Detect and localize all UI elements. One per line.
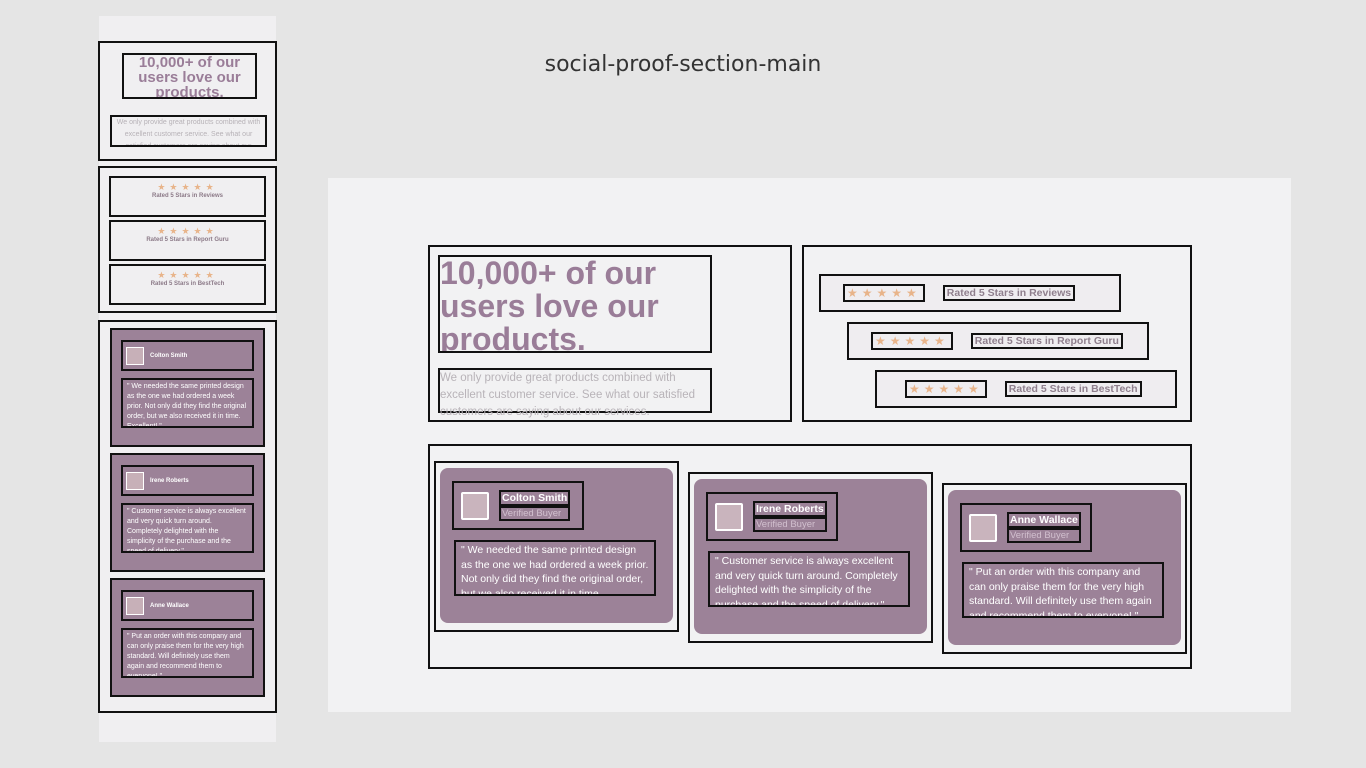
- mobile-rating-label: Rated 5 Stars in Report Guru: [146, 237, 229, 243]
- avatar: [126, 596, 144, 615]
- mobile-preview: 10,000+ of our users love our products. …: [98, 16, 277, 742]
- mobile-testimonial-card: Anne Wallace " Put an order with this co…: [110, 578, 265, 697]
- testimonial-card: Irene Roberts Verified Buyer " Customer …: [694, 479, 927, 634]
- rating-badge: ★★★★★ Rated 5 Stars in BestTech: [875, 370, 1177, 408]
- rating-label: Rated 5 Stars in Reviews: [942, 285, 1076, 301]
- reviewer-name: Colton Smith: [499, 490, 571, 506]
- ratings-section: ★★★★★ Rated 5 Stars in Reviews ★★★★★ Rat…: [802, 245, 1192, 422]
- mobile-heading: 10,000+ of our users love our products.: [138, 54, 241, 99]
- mobile-rating-badge: ★★★★★ Rated 5 Stars in Reviews: [109, 176, 266, 217]
- mobile-rating-label: Rated 5 Stars in Reviews: [151, 193, 224, 199]
- reviewer-name: Anne Wallace: [1007, 512, 1081, 528]
- rating-badge: ★★★★★ Rated 5 Stars in Report Guru: [847, 322, 1149, 360]
- mobile-testimonial-card: Irene Roberts " Customer service is alwa…: [110, 453, 265, 572]
- testimonial-quote: " We needed the same printed design as t…: [461, 544, 649, 596]
- mobile-intro-text: We only provide great products combined …: [116, 119, 261, 147]
- testimonial-card: Anne Wallace Verified Buyer " Put an ord…: [948, 490, 1181, 645]
- quote-box: " We needed the same printed design as t…: [454, 540, 656, 596]
- main-heading: 10,000+ of our users love our products.: [440, 255, 659, 353]
- reviewer-name: Irene Roberts: [753, 501, 827, 517]
- mobile-reviewer: Anne Wallace: [121, 590, 254, 621]
- mobile-testimonials-section: Colton Smith " We needed the same printe…: [98, 320, 277, 713]
- avatar: [126, 346, 144, 365]
- mobile-quote-box: " We needed the same printed design as t…: [121, 378, 254, 428]
- reviewer-name: Anne Wallace: [150, 602, 189, 609]
- testimonial-quote: " Customer service is always excellent a…: [127, 508, 246, 553]
- intro-box: We only provide great products combined …: [438, 368, 712, 418]
- reviewer-role: Verified Buyer: [499, 506, 571, 521]
- quote-box: " Put an order with this company and can…: [962, 562, 1164, 618]
- mobile-intro-section: 10,000+ of our users love our products. …: [98, 41, 277, 161]
- star-rating-icon: ★★★★★: [157, 182, 218, 192]
- star-rating-icon: ★★★★★: [157, 226, 218, 236]
- testimonial-quote: " Customer service is always excellent a…: [715, 555, 898, 607]
- avatar: [461, 491, 489, 520]
- mobile-reviewer: Colton Smith: [121, 340, 254, 371]
- mobile-heading-box: 10,000+ of our users love our products.: [122, 53, 257, 99]
- testimonials-section: Colton Smith Verified Buyer " We needed …: [428, 444, 1192, 669]
- rating-label: Rated 5 Stars in BestTech: [1004, 381, 1142, 397]
- avatar: [126, 471, 144, 490]
- mobile-quote-box: " Customer service is always excellent a…: [121, 503, 254, 553]
- rating-badge: ★★★★★ Rated 5 Stars in Reviews: [819, 274, 1121, 312]
- intro-section: 10,000+ of our users love our products. …: [428, 245, 792, 422]
- mobile-quote-box: " Put an order with this company and can…: [121, 628, 254, 678]
- mobile-ratings-section: ★★★★★ Rated 5 Stars in Reviews ★★★★★ Rat…: [98, 166, 277, 313]
- testimonial-card: Colton Smith Verified Buyer " We needed …: [440, 468, 673, 623]
- reviewer: Colton Smith Verified Buyer: [452, 481, 584, 530]
- star-rating-icon: ★★★★★: [905, 380, 987, 398]
- testimonial-card-frame: Colton Smith Verified Buyer " We needed …: [434, 461, 679, 632]
- mobile-rating-label: Rated 5 Stars in BestTech: [150, 281, 225, 287]
- mobile-rating-badge: ★★★★★ Rated 5 Stars in Report Guru: [109, 220, 266, 261]
- testimonial-card-frame: Anne Wallace Verified Buyer " Put an ord…: [942, 483, 1187, 654]
- testimonial-card-frame: Irene Roberts Verified Buyer " Customer …: [688, 472, 933, 643]
- mobile-reviewer: Irene Roberts: [121, 465, 254, 496]
- mobile-rating-badge: ★★★★★ Rated 5 Stars in BestTech: [109, 264, 266, 305]
- reviewer-role: Verified Buyer: [753, 517, 827, 532]
- testimonial-quote: " We needed the same printed design as t…: [127, 383, 247, 428]
- intro-text: We only provide great products combined …: [440, 372, 696, 418]
- star-rating-icon: ★★★★★: [871, 332, 953, 350]
- star-rating-icon: ★★★★★: [157, 270, 218, 280]
- mobile-intro-box: We only provide great products combined …: [110, 115, 267, 147]
- reviewer-name: Irene Roberts: [150, 477, 189, 484]
- reviewer: Irene Roberts Verified Buyer: [706, 492, 838, 541]
- reviewer-role: Verified Buyer: [1007, 528, 1081, 543]
- reviewer: Anne Wallace Verified Buyer: [960, 503, 1092, 552]
- testimonial-quote: " Put an order with this company and can…: [127, 633, 244, 678]
- reviewer-name: Colton Smith: [150, 352, 188, 359]
- avatar: [715, 502, 743, 531]
- mobile-testimonial-card: Colton Smith " We needed the same printe…: [110, 328, 265, 447]
- avatar: [969, 513, 997, 542]
- rating-label: Rated 5 Stars in Report Guru: [970, 333, 1123, 349]
- star-rating-icon: ★★★★★: [843, 284, 925, 302]
- desktop-preview: 10,000+ of our users love our products. …: [328, 178, 1291, 712]
- testimonial-quote: " Put an order with this company and can…: [969, 566, 1152, 618]
- heading-box: 10,000+ of our users love our products.: [438, 255, 712, 353]
- quote-box: " Customer service is always excellent a…: [708, 551, 910, 607]
